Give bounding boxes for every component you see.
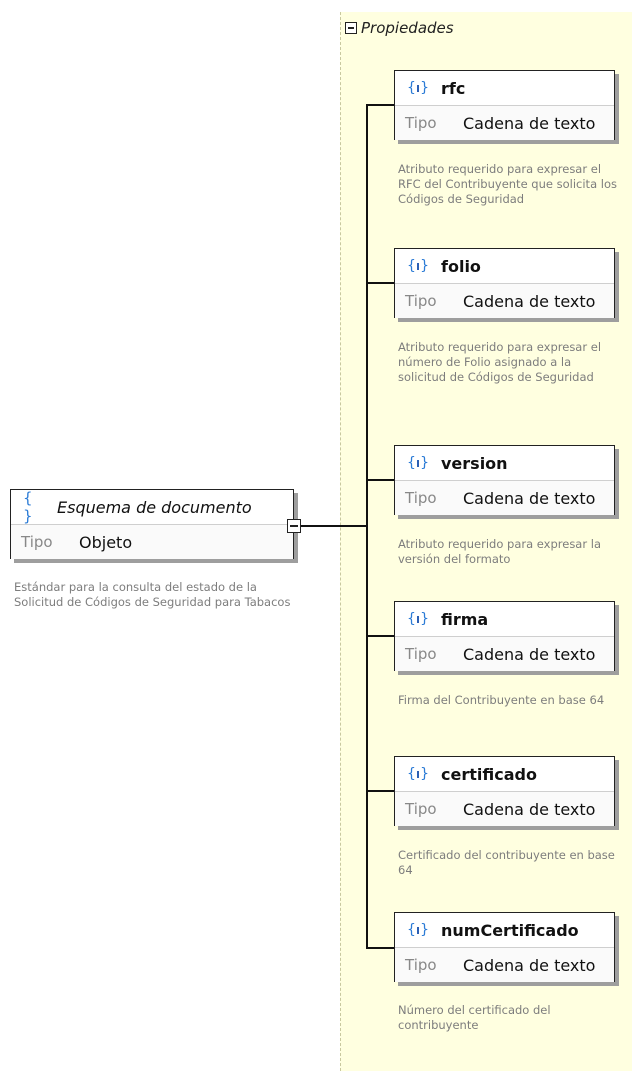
root-collapse-minus-icon[interactable] bbox=[287, 519, 301, 533]
branch-line-numcertificado bbox=[366, 947, 394, 949]
branch-line-version bbox=[366, 479, 394, 481]
type-value: Cadena de texto bbox=[463, 644, 596, 664]
root-node-name: Esquema de documento bbox=[57, 497, 252, 517]
property-description-firma: Firma del Contribuyente en base 64 bbox=[398, 693, 605, 707]
type-label: Tipo bbox=[405, 292, 437, 310]
type-value: Cadena de texto bbox=[463, 955, 596, 975]
property-icon: {} bbox=[407, 922, 429, 938]
property-type-row: Tipo Cadena de texto bbox=[395, 948, 614, 982]
type-label: Tipo bbox=[405, 489, 437, 507]
property-name: certificado bbox=[441, 764, 537, 784]
root-description: Estándar para la consulta del estado de … bbox=[14, 580, 291, 609]
type-value: Cadena de texto bbox=[463, 291, 596, 311]
branch-line-rfc bbox=[366, 104, 394, 106]
type-label: Tipo bbox=[405, 956, 437, 974]
properties-header: Propiedades bbox=[345, 18, 454, 38]
root-node-type-row: Tipo Objeto bbox=[11, 525, 293, 559]
root-node-header: { } Esquema de documento bbox=[11, 489, 293, 525]
root-node[interactable]: { } Esquema de documento Tipo Objeto bbox=[10, 489, 294, 559]
property-node-header: {} certificado bbox=[395, 757, 614, 792]
property-description-folio: Atributo requerido para expresar el núme… bbox=[398, 340, 602, 384]
root-connector-line bbox=[301, 525, 367, 527]
property-name: firma bbox=[441, 609, 489, 629]
type-value: Objeto bbox=[79, 532, 133, 552]
property-type-row: Tipo Cadena de texto bbox=[395, 792, 614, 826]
property-type-row: Tipo Cadena de texto bbox=[395, 637, 614, 671]
properties-title: Propiedades bbox=[361, 19, 454, 37]
property-icon: {} bbox=[407, 80, 429, 96]
property-node-version[interactable]: {} version Tipo Cadena de texto bbox=[394, 445, 615, 515]
property-node-certificado[interactable]: {} certificado Tipo Cadena de texto bbox=[394, 756, 615, 826]
object-braces-icon: { } bbox=[23, 489, 33, 525]
property-icon: {} bbox=[407, 766, 429, 782]
property-name: folio bbox=[441, 256, 481, 276]
property-name: version bbox=[441, 453, 508, 473]
property-description-rfc: Atributo requerido para expresar el RFC … bbox=[398, 162, 617, 206]
property-description-certificado: Certificado del contribuyente en base 64 bbox=[398, 848, 615, 877]
branch-line-certificado bbox=[366, 790, 394, 792]
type-label: Tipo bbox=[405, 645, 437, 663]
property-name: rfc bbox=[441, 78, 466, 98]
property-node-header: {} numCertificado bbox=[395, 913, 614, 948]
type-value: Cadena de texto bbox=[463, 113, 596, 133]
type-value: Cadena de texto bbox=[463, 488, 596, 508]
property-node-rfc[interactable]: {} rfc Tipo Cadena de texto bbox=[394, 70, 615, 140]
property-node-header: {} folio bbox=[395, 249, 614, 284]
property-icon: {} bbox=[407, 258, 429, 274]
type-label: Tipo bbox=[405, 114, 437, 132]
property-node-folio[interactable]: {} folio Tipo Cadena de texto bbox=[394, 248, 615, 318]
property-node-header: {} firma bbox=[395, 602, 614, 637]
type-label: Tipo bbox=[405, 800, 437, 818]
property-node-header: {} rfc bbox=[395, 71, 614, 106]
property-description-numcertificado: Número del certificado del contribuyente bbox=[398, 1003, 551, 1032]
property-node-numcertificado[interactable]: {} numCertificado Tipo Cadena de texto bbox=[394, 912, 615, 982]
property-type-row: Tipo Cadena de texto bbox=[395, 284, 614, 318]
property-type-row: Tipo Cadena de texto bbox=[395, 106, 614, 140]
property-name: numCertificado bbox=[441, 920, 579, 940]
property-icon: {} bbox=[407, 611, 429, 627]
type-value: Cadena de texto bbox=[463, 799, 596, 819]
branch-line-folio bbox=[366, 282, 394, 284]
type-label: Tipo bbox=[21, 533, 53, 551]
branch-line-firma bbox=[366, 635, 394, 637]
property-description-version: Atributo requerido para expresar la vers… bbox=[398, 537, 601, 566]
property-node-firma[interactable]: {} firma Tipo Cadena de texto bbox=[394, 601, 615, 671]
property-icon: {} bbox=[407, 455, 429, 471]
collapse-minus-icon[interactable] bbox=[345, 22, 357, 34]
property-node-header: {} version bbox=[395, 446, 614, 481]
property-type-row: Tipo Cadena de texto bbox=[395, 481, 614, 515]
